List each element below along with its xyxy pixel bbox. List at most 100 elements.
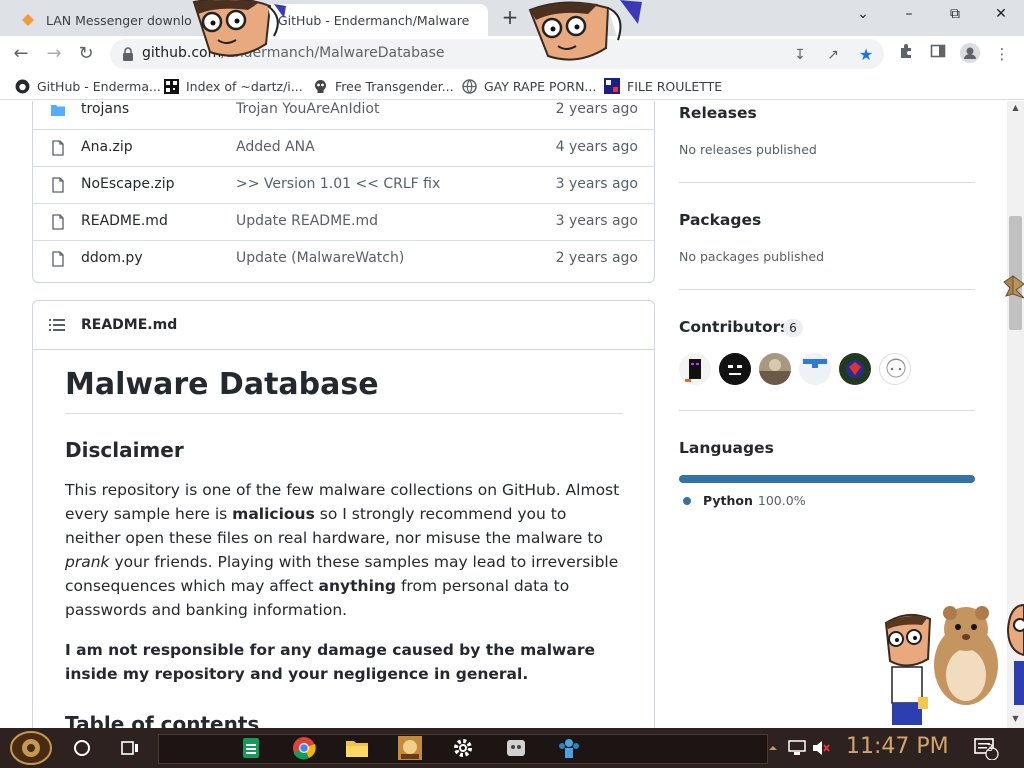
tab-title: GitHub - Endermanch/Malware xyxy=(278,12,470,28)
bookmark-free-transgender[interactable]: Free Transgender... xyxy=(312,76,454,96)
file-row-trojans[interactable]: trojans Trojan YouAreAnIdiot 2 years ago xyxy=(33,101,654,129)
taskbar: 11:47 PM 3 xyxy=(0,728,1024,768)
bookmark-github[interactable]: GitHub - Enderma... xyxy=(14,76,161,96)
sidebar-divider xyxy=(679,182,975,183)
mask-app-icon[interactable] xyxy=(498,732,534,764)
file-name[interactable]: Ana.zip xyxy=(81,139,133,155)
flying-moth-sticker xyxy=(1002,272,1024,302)
profile-avatar-icon[interactable] xyxy=(959,43,981,65)
releases-text: No releases published xyxy=(679,142,817,157)
scroll-down-arrow-icon[interactable]: ▼ xyxy=(1007,712,1024,726)
readme-header: README.md xyxy=(33,301,654,350)
file-roulette-icon xyxy=(604,78,620,94)
contributor-avatar[interactable] xyxy=(759,353,791,385)
bookmark-label: GAY RAPE PORN... xyxy=(484,78,597,94)
language-percent: 100.0% xyxy=(757,493,806,508)
people-app-icon[interactable] xyxy=(551,732,587,764)
bookmark-label: Free Transgender... xyxy=(335,78,454,94)
packages-text: No packages published xyxy=(679,249,825,264)
bookmark-label: Index of ~dartz/i... xyxy=(186,78,303,94)
sheets-app-icon[interactable] xyxy=(233,732,269,764)
tray-overflow-icon[interactable] xyxy=(764,732,782,764)
commit-message[interactable]: >> Version 1.01 << CRLF fix xyxy=(236,176,440,192)
globe-icon xyxy=(461,78,477,94)
scroll-up-arrow-icon[interactable]: ▲ xyxy=(1007,101,1024,115)
file-name[interactable]: README.md xyxy=(81,213,168,229)
page-content: trojans Trojan YouAreAnIdiot 2 years ago… xyxy=(0,101,1024,728)
outline-list-icon[interactable] xyxy=(49,318,65,332)
file-row-ana[interactable]: Ana.zip Added ANA 4 years ago xyxy=(33,129,654,166)
back-button[interactable]: ← xyxy=(7,40,35,68)
forward-button[interactable]: → xyxy=(40,40,68,68)
cartoon-nerd-face-sticker[interactable] xyxy=(526,0,644,64)
share-icon[interactable]: ↗ xyxy=(823,45,843,65)
language-name: Python xyxy=(703,493,753,508)
file-icon xyxy=(52,140,64,156)
network-icon[interactable] xyxy=(786,732,808,764)
lan-messenger-favicon-icon xyxy=(20,12,36,28)
browser-toolbar: ← → ↻ github.com/Endermanch/MalwareDatab… xyxy=(0,36,1024,72)
minimize-button[interactable]: – xyxy=(886,0,932,30)
file-name[interactable]: ddom.py xyxy=(81,250,143,266)
contributors-count-badge: 6 xyxy=(783,319,803,337)
readme-title[interactable]: README.md xyxy=(81,317,177,333)
bookmarks-bar: GitHub - Enderma... Index of ~dartz/i...… xyxy=(0,72,1024,100)
file-icon xyxy=(52,251,64,267)
commit-message[interactable]: Update README.md xyxy=(236,213,378,229)
readme-panel: README.md Malware Database Disclaimer Th… xyxy=(32,300,655,728)
contributor-avatar[interactable] xyxy=(719,353,751,385)
task-view-icon[interactable] xyxy=(112,732,148,764)
contributor-avatar[interactable] xyxy=(879,353,911,385)
file-name[interactable]: NoEscape.zip xyxy=(81,176,175,192)
language-item-python[interactable]: Python 100.0% xyxy=(683,493,806,508)
menu-kebab-icon[interactable]: ⋮ xyxy=(991,43,1013,65)
volume-muted-icon[interactable] xyxy=(810,732,832,764)
cartoon-nerd-face-sticker[interactable] xyxy=(188,0,288,62)
bookmark-file-roulette[interactable]: FILE ROULETTE xyxy=(604,76,722,96)
file-row-ddom[interactable]: ddom.py Update (MalwareWatch) 2 years ag… xyxy=(33,240,654,277)
file-explorer-icon[interactable] xyxy=(339,732,375,764)
dancing-hamster-sticker[interactable] xyxy=(920,603,1008,709)
notification-center-icon[interactable]: 3 xyxy=(968,732,1004,764)
boxed-game-app-icon[interactable] xyxy=(392,732,428,764)
sidebar-divider xyxy=(679,410,975,411)
releases-heading[interactable]: Releases xyxy=(679,104,757,122)
extensions-puzzle-icon[interactable] xyxy=(895,43,917,65)
search-circle-icon[interactable] xyxy=(64,732,100,764)
new-tab-button[interactable]: + xyxy=(498,6,522,30)
file-name[interactable]: trojans xyxy=(81,101,129,117)
start-button[interactable] xyxy=(6,730,56,766)
install-app-icon[interactable]: ↧ xyxy=(790,45,810,65)
language-bar[interactable] xyxy=(679,475,975,483)
contributor-avatar[interactable] xyxy=(839,353,871,385)
tab-search-button[interactable]: ⌄ xyxy=(840,0,886,30)
commit-message[interactable]: Trojan YouAreAnIdiot xyxy=(236,101,379,117)
file-row-noescape[interactable]: NoEscape.zip >> Version 1.01 << CRLF fix… xyxy=(33,166,654,203)
readme-body: Malware Database Disclaimer This reposit… xyxy=(65,367,623,728)
commit-message[interactable]: Added ANA xyxy=(236,139,315,155)
lock-icon xyxy=(123,47,133,61)
commit-message[interactable]: Update (MalwareWatch) xyxy=(236,250,404,266)
side-panel-icon[interactable] xyxy=(927,43,949,65)
file-row-readme[interactable]: README.md Update README.md 3 years ago xyxy=(33,203,654,240)
chrome-app-icon[interactable] xyxy=(286,732,322,764)
taskbar-clock[interactable]: 11:47 PM xyxy=(846,734,949,759)
commit-date: 4 years ago xyxy=(555,139,638,155)
bookmark-label: FILE ROULETTE xyxy=(627,78,723,94)
contributor-avatar[interactable] xyxy=(679,353,711,385)
disclaimer-paragraph: This repository is one of the few malwar… xyxy=(65,481,620,619)
bookmark-index-dartz[interactable]: Index of ~dartz/i... xyxy=(163,76,303,96)
packages-heading[interactable]: Packages xyxy=(679,211,761,229)
restore-button[interactable]: ⧉ xyxy=(932,0,978,30)
contributors-heading[interactable]: Contributors xyxy=(679,318,789,336)
commit-date: 2 years ago xyxy=(555,101,638,117)
cartoon-nerd-partial-sticker xyxy=(1004,599,1024,709)
reload-button[interactable]: ↻ xyxy=(72,40,100,68)
settings-gear-icon[interactable] xyxy=(445,732,481,764)
bookmark-globe-site[interactable]: GAY RAPE PORN... xyxy=(461,76,596,96)
file-icon xyxy=(52,177,64,193)
languages-heading: Languages xyxy=(679,439,774,457)
close-window-button[interactable]: ✕ xyxy=(978,0,1024,30)
contributor-avatar[interactable] xyxy=(799,353,831,385)
bookmark-star-icon[interactable]: ★ xyxy=(856,45,876,65)
